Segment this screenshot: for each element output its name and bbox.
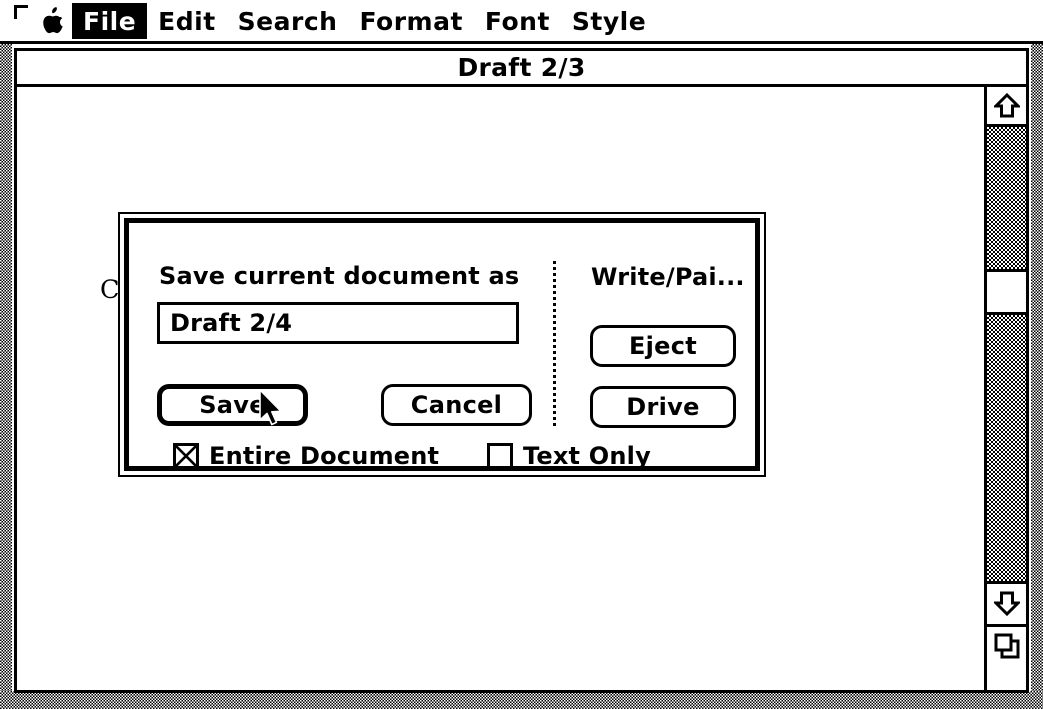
volume-name-label: Write/Pai... [591, 263, 745, 291]
text-only-checkbox-row[interactable]: Text Only [487, 442, 651, 470]
mac-screen: File Edit Search Format Font Style Draft… [0, 0, 1043, 709]
eject-button[interactable]: Eject [590, 325, 736, 367]
desktop-background-bottom [0, 691, 1043, 709]
desktop-background-left [0, 44, 12, 709]
entire-document-checkbox[interactable] [173, 443, 199, 469]
scroll-down-arrow-icon[interactable] [987, 581, 1026, 621]
menu-item-file[interactable]: File [72, 3, 148, 39]
dialog-divider [553, 261, 556, 428]
menu-item-search[interactable]: Search [227, 3, 349, 39]
save-dialog: Save current document as Draft 2/4 Save … [118, 212, 766, 477]
save-dialog-body: Save current document as Draft 2/4 Save … [129, 223, 755, 470]
text-only-label: Text Only [523, 442, 651, 470]
menu-bar: File Edit Search Format Font Style [0, 0, 1043, 42]
mouse-cursor-arrow-icon [259, 389, 282, 426]
save-prompt-label: Save current document as [159, 262, 520, 290]
screen-corner-mark-icon [14, 5, 28, 19]
window-title-bar[interactable]: Draft 2/3 [17, 51, 1026, 87]
filename-input[interactable]: Draft 2/4 [157, 302, 519, 344]
menu-item-format[interactable]: Format [348, 3, 473, 39]
text-only-checkbox[interactable] [487, 443, 513, 469]
menu-item-font[interactable]: Font [474, 3, 561, 39]
entire-document-checkbox-row[interactable]: Entire Document [173, 442, 439, 470]
drive-button[interactable]: Drive [590, 386, 736, 428]
menu-item-edit[interactable]: Edit [147, 3, 227, 39]
desktop-background-right [1031, 44, 1043, 709]
grow-box-icon[interactable] [987, 624, 1026, 664]
apple-menu-icon[interactable] [40, 6, 66, 36]
doc-line: Th years to a time [100, 675, 977, 690]
scrollbar-bottom-filler [987, 664, 1026, 690]
menu-bar-divider [0, 41, 1043, 44]
scroll-up-arrow-icon[interactable] [987, 87, 1026, 127]
scrollbar-track[interactable] [987, 127, 1026, 581]
save-dialog-frame: Save current document as Draft 2/4 Save … [124, 218, 760, 471]
vertical-scrollbar[interactable] [984, 87, 1026, 690]
window-title-text: Draft 2/3 [457, 52, 586, 82]
save-button[interactable]: Save [157, 384, 308, 426]
entire-document-label: Entire Document [209, 442, 440, 470]
filename-input-value: Draft 2/4 [170, 309, 293, 337]
cancel-button[interactable]: Cancel [381, 384, 532, 426]
menu-item-style[interactable]: Style [561, 3, 657, 39]
scrollbar-thumb[interactable] [987, 269, 1026, 315]
